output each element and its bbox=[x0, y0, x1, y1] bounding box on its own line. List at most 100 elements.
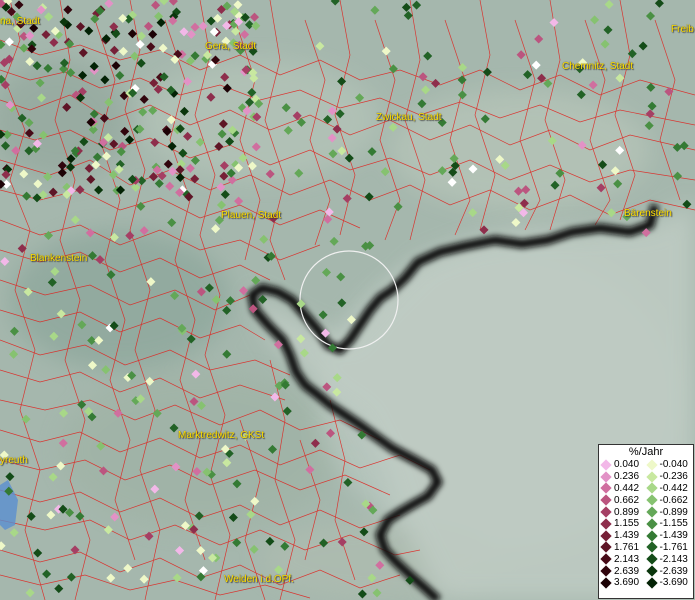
station-marker bbox=[641, 228, 651, 238]
map-view[interactable]: na, Stadt Gera, Stadt Freib Chemnitz, St… bbox=[0, 0, 695, 600]
legend-row: 0.442 -0.442 bbox=[600, 482, 694, 495]
station-marker bbox=[615, 73, 625, 83]
station-marker bbox=[168, 0, 178, 6]
station-marker bbox=[240, 29, 250, 40]
station-marker bbox=[9, 349, 19, 359]
station-marker bbox=[204, 283, 214, 293]
place-label: Zwickau, Stadt bbox=[376, 112, 442, 123]
station-marker bbox=[0, 541, 6, 551]
station-marker bbox=[146, 42, 156, 52]
station-marker bbox=[168, 166, 178, 176]
station-marker bbox=[14, 0, 24, 10]
station-marker bbox=[157, 171, 167, 181]
station-marker bbox=[85, 228, 95, 238]
station-marker bbox=[146, 277, 156, 287]
station-marker bbox=[25, 588, 35, 598]
station-marker bbox=[417, 99, 427, 109]
legend-entry: -3.690 bbox=[645, 577, 694, 589]
station-marker bbox=[412, 0, 422, 10]
station-marker bbox=[101, 151, 112, 161]
station-marker bbox=[170, 291, 180, 301]
legend-swatch bbox=[600, 565, 612, 577]
station-marker bbox=[96, 441, 106, 451]
station-marker bbox=[310, 438, 320, 448]
station-marker bbox=[531, 60, 541, 70]
station-marker bbox=[149, 78, 159, 88]
station-marker bbox=[150, 137, 160, 148]
station-marker bbox=[136, 58, 146, 68]
station-marker bbox=[654, 0, 664, 8]
station-marker bbox=[175, 545, 185, 556]
station-marker bbox=[323, 214, 333, 224]
station-marker bbox=[56, 309, 66, 319]
station-marker bbox=[19, 169, 29, 179]
station-marker bbox=[332, 387, 342, 397]
station-marker bbox=[447, 177, 457, 187]
station-marker bbox=[222, 83, 232, 93]
station-marker bbox=[166, 115, 176, 125]
station-marker bbox=[457, 62, 468, 73]
station-marker bbox=[21, 414, 31, 424]
station-marker bbox=[327, 133, 337, 143]
station-marker bbox=[543, 78, 553, 89]
station-marker bbox=[22, 191, 32, 201]
station-marker bbox=[178, 148, 188, 158]
station-marker bbox=[35, 78, 45, 88]
station-marker bbox=[479, 225, 489, 235]
station-marker bbox=[516, 50, 526, 60]
station-marker bbox=[500, 160, 510, 171]
legend-swatch bbox=[600, 459, 612, 471]
station-marker bbox=[405, 575, 415, 585]
legend-entry: 2.639 bbox=[600, 565, 648, 577]
station-marker bbox=[183, 131, 193, 141]
legend-value: -0.236 bbox=[659, 471, 688, 483]
station-marker bbox=[167, 218, 177, 228]
station-marker bbox=[335, 109, 345, 119]
station-marker bbox=[0, 141, 11, 151]
station-marker bbox=[265, 169, 275, 179]
place-label: Freib bbox=[671, 24, 694, 35]
station-marker bbox=[75, 22, 86, 32]
station-marker bbox=[100, 75, 110, 85]
station-marker bbox=[322, 382, 332, 392]
station-marker bbox=[104, 0, 114, 9]
station-marker bbox=[190, 22, 200, 32]
station-marker bbox=[357, 430, 367, 440]
station-marker bbox=[337, 146, 347, 156]
legend-value: -0.662 bbox=[659, 494, 688, 506]
station-marker bbox=[17, 113, 27, 123]
station-marker bbox=[0, 256, 10, 267]
station-marker bbox=[388, 122, 398, 132]
place-label: Chemnitz, Stadt bbox=[562, 61, 634, 72]
station-marker bbox=[249, 12, 260, 22]
station-marker bbox=[355, 93, 365, 103]
station-marker bbox=[249, 73, 259, 83]
station-marker bbox=[323, 114, 333, 125]
station-marker bbox=[332, 373, 342, 383]
legend-swatch bbox=[645, 494, 658, 506]
legend-swatch bbox=[645, 459, 658, 471]
legend-swatch bbox=[645, 565, 658, 577]
station-marker bbox=[343, 477, 353, 488]
station-marker bbox=[596, 183, 606, 193]
station-marker bbox=[644, 121, 654, 131]
station-marker bbox=[615, 145, 625, 155]
station-marker bbox=[232, 538, 242, 548]
legend-entry: -0.040 bbox=[645, 459, 694, 471]
station-marker bbox=[603, 25, 613, 35]
station-marker bbox=[437, 166, 447, 176]
legend-swatch bbox=[600, 553, 612, 565]
legend-entry: -0.442 bbox=[645, 482, 694, 495]
station-marker bbox=[495, 154, 505, 164]
station-marker bbox=[98, 466, 109, 476]
station-marker bbox=[198, 21, 208, 31]
station-marker bbox=[103, 525, 113, 535]
station-marker bbox=[120, 126, 130, 136]
station-marker bbox=[185, 163, 195, 173]
station-marker bbox=[319, 538, 329, 548]
station-marker bbox=[234, 196, 244, 206]
station-marker bbox=[123, 563, 133, 573]
station-marker bbox=[77, 400, 87, 410]
station-marker bbox=[25, 31, 35, 41]
station-marker bbox=[179, 27, 189, 37]
